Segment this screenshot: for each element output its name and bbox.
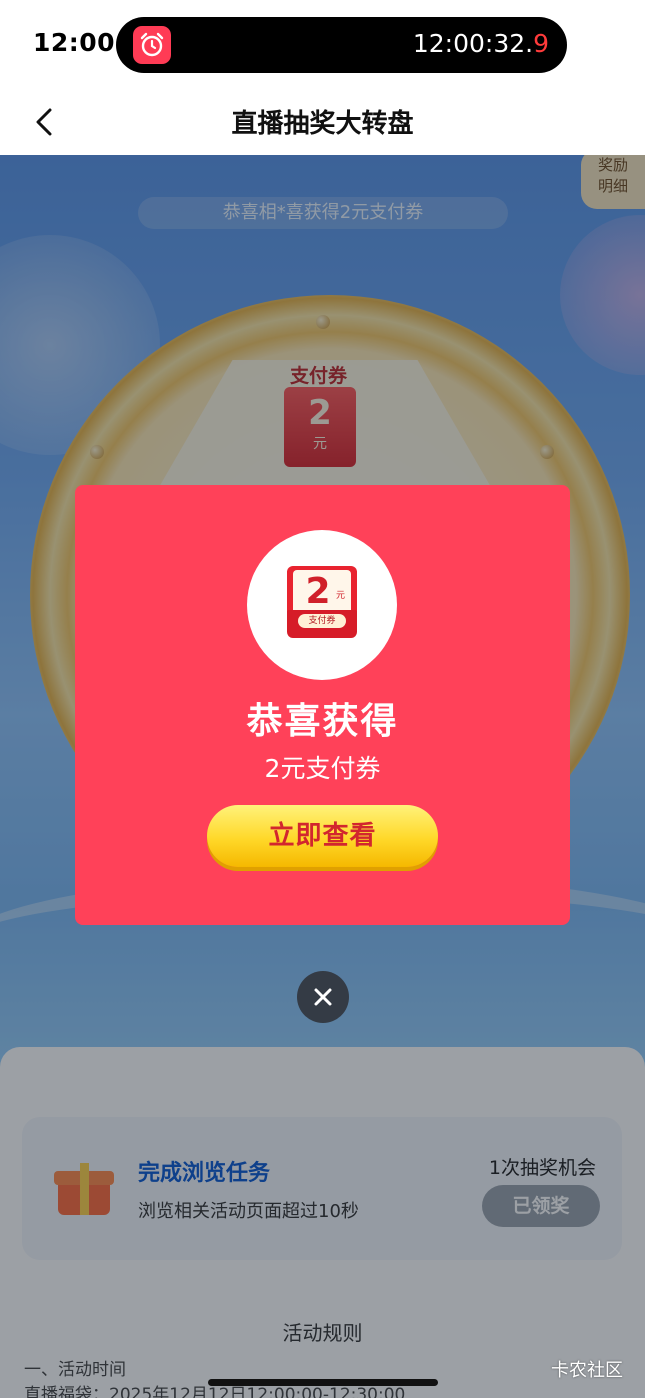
view-now-button[interactable]: 立即查看 bbox=[207, 805, 438, 867]
dynamic-island[interactable]: 12:00:32.9 bbox=[116, 17, 567, 73]
status-bar: 12:00 12:00:32.9 bbox=[0, 0, 645, 88]
coupon-tag: 支付券 bbox=[298, 614, 346, 628]
nav-bar: 直播抽奖大转盘 bbox=[0, 88, 645, 155]
status-time: 12:00 bbox=[33, 28, 116, 57]
countdown-timer: 12:00:32.9 bbox=[412, 29, 549, 58]
coupon-icon-circle: 2 元 支付券 bbox=[247, 530, 397, 680]
coupon-unit: 元 bbox=[335, 591, 345, 601]
alarm-clock-icon bbox=[133, 26, 171, 64]
modal-title: 恭喜获得 bbox=[246, 701, 399, 742]
coupon-icon: 2 元 支付券 bbox=[287, 566, 357, 638]
modal-subtitle: 2元支付券 bbox=[264, 754, 381, 783]
watermark: 卡农社区 bbox=[551, 1360, 623, 1381]
home-indicator[interactable] bbox=[208, 1379, 438, 1386]
prize-modal: 2 元 支付券 恭喜获得 2元支付券 立即查看 bbox=[75, 485, 570, 925]
close-modal-button[interactable] bbox=[297, 971, 349, 1023]
close-icon bbox=[314, 988, 332, 1006]
page-title: 直播抽奖大转盘 bbox=[231, 109, 414, 139]
